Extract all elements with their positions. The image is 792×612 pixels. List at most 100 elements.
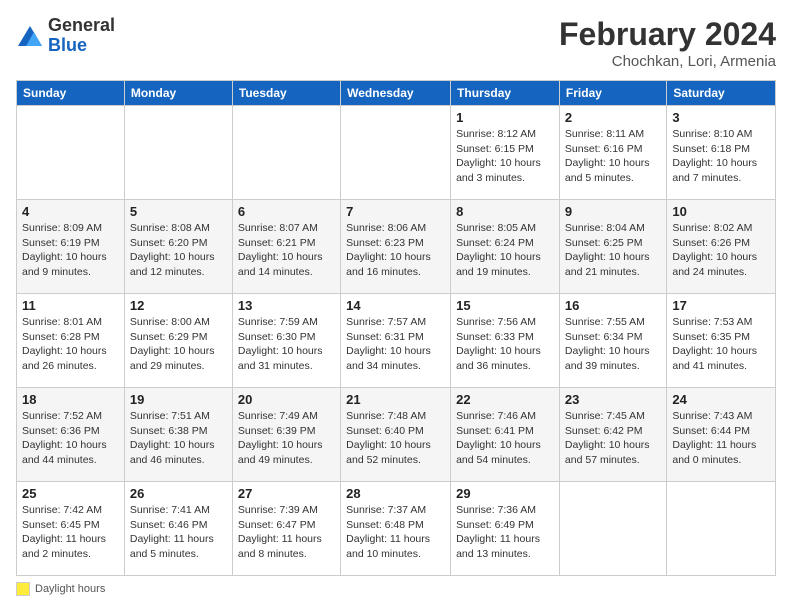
col-tuesday: Tuesday (232, 81, 340, 106)
day-detail: Sunrise: 8:10 AM Sunset: 6:18 PM Dayligh… (672, 127, 770, 186)
day-detail: Sunrise: 7:57 AM Sunset: 6:31 PM Dayligh… (346, 315, 445, 374)
col-wednesday: Wednesday (341, 81, 451, 106)
day-detail: Sunrise: 8:01 AM Sunset: 6:28 PM Dayligh… (22, 315, 119, 374)
calendar-cell: 17 Sunrise: 7:53 AM Sunset: 6:35 PM Dayli… (667, 294, 776, 388)
calendar-cell (232, 106, 340, 200)
day-number: 11 (22, 298, 119, 313)
calendar-cell: 20Sunrise: 7:49 AM Sunset: 6:39 PM Dayli… (232, 388, 340, 482)
day-detail: Sunrise: 7:36 AM Sunset: 6:49 PM Dayligh… (456, 503, 554, 562)
calendar-cell: 14 Sunrise: 7:57 AM Sunset: 6:31 PM Dayli… (341, 294, 451, 388)
day-detail: Sunrise: 7:53 AM Sunset: 6:35 PM Dayligh… (672, 315, 770, 374)
calendar-cell: 19Sunrise: 7:51 AM Sunset: 6:38 PM Dayli… (124, 388, 232, 482)
day-number: 3 (672, 110, 770, 125)
day-detail: Sunrise: 8:08 AM Sunset: 6:20 PM Dayligh… (130, 221, 227, 280)
day-number: 27 (238, 486, 335, 501)
day-number: 21 (346, 392, 445, 407)
day-number: 6 (238, 204, 335, 219)
month-year: February 2024 (559, 16, 776, 53)
calendar-cell: 15 Sunrise: 7:56 AM Sunset: 6:33 PM Dayli… (451, 294, 560, 388)
logo-blue-label: Blue (48, 36, 115, 56)
calendar-cell: 18 Sunrise: 7:52 AM Sunset: 6:36 PM Dayli… (17, 388, 125, 482)
day-number: 26 (130, 486, 227, 501)
day-detail: Sunrise: 8:04 AM Sunset: 6:25 PM Dayligh… (565, 221, 661, 280)
calendar-cell: 3 Sunrise: 8:10 AM Sunset: 6:18 PM Daylig… (667, 106, 776, 200)
calendar-cell: 8 Sunrise: 8:05 AM Sunset: 6:24 PM Daylig… (451, 200, 560, 294)
day-number: 22 (456, 392, 554, 407)
day-detail: Sunrise: 8:00 AM Sunset: 6:29 PM Dayligh… (130, 315, 227, 374)
col-thursday: Thursday (451, 81, 560, 106)
day-detail: Sunrise: 7:39 AM Sunset: 6:47 PM Dayligh… (238, 503, 335, 562)
calendar-cell: 10 Sunrise: 8:02 AM Sunset: 6:26 PM Dayli… (667, 200, 776, 294)
legend-label: Daylight hours (35, 583, 105, 595)
day-detail: Sunrise: 8:06 AM Sunset: 6:23 PM Dayligh… (346, 221, 445, 280)
day-detail: Sunrise: 7:56 AM Sunset: 6:33 PM Dayligh… (456, 315, 554, 374)
calendar-cell: 27 Sunrise: 7:39 AM Sunset: 6:47 PM Dayli… (232, 482, 340, 576)
day-number: 23 (565, 392, 661, 407)
day-number: 7 (346, 204, 445, 219)
day-detail: Sunrise: 8:09 AM Sunset: 6:19 PM Dayligh… (22, 221, 119, 280)
day-number: 15 (456, 298, 554, 313)
legend: Daylight hours (16, 582, 776, 596)
day-detail: Sunrise: 7:49 AM Sunset: 6:39 PM Dayligh… (238, 409, 335, 468)
calendar-cell: 23Sunrise: 7:45 AM Sunset: 6:42 PM Dayli… (559, 388, 666, 482)
day-number: 24 (672, 392, 770, 407)
calendar-cell (559, 482, 666, 576)
page: General Blue February 2024 Chochkan, Lor… (0, 0, 792, 612)
legend-box (16, 582, 30, 596)
day-detail: Sunrise: 8:12 AM Sunset: 6:15 PM Dayligh… (456, 127, 554, 186)
day-number: 2 (565, 110, 661, 125)
week-row-3: 11 Sunrise: 8:01 AM Sunset: 6:28 PM Dayli… (17, 294, 776, 388)
day-number: 16 (565, 298, 661, 313)
calendar-cell: 22Sunrise: 7:46 AM Sunset: 6:41 PM Dayli… (451, 388, 560, 482)
calendar-cell: 26Sunrise: 7:41 AM Sunset: 6:46 PM Dayli… (124, 482, 232, 576)
day-number: 10 (672, 204, 770, 219)
calendar-cell: 29 Sunrise: 7:36 AM Sunset: 6:49 PM Dayli… (451, 482, 560, 576)
day-detail: Sunrise: 7:52 AM Sunset: 6:36 PM Dayligh… (22, 409, 119, 468)
day-number: 19 (130, 392, 227, 407)
day-detail: Sunrise: 7:59 AM Sunset: 6:30 PM Dayligh… (238, 315, 335, 374)
day-number: 17 (672, 298, 770, 313)
header: General Blue February 2024 Chochkan, Lor… (16, 16, 776, 70)
col-friday: Friday (559, 81, 666, 106)
calendar-cell: 5 Sunrise: 8:08 AM Sunset: 6:20 PM Daylig… (124, 200, 232, 294)
day-number: 9 (565, 204, 661, 219)
calendar-header-row: Sunday Monday Tuesday Wednesday Thursday… (17, 81, 776, 106)
calendar-cell: 21 Sunrise: 7:48 AM Sunset: 6:40 PM Dayli… (341, 388, 451, 482)
calendar-cell: 11 Sunrise: 8:01 AM Sunset: 6:28 PM Dayli… (17, 294, 125, 388)
calendar-cell: 25 Sunrise: 7:42 AM Sunset: 6:45 PM Dayli… (17, 482, 125, 576)
calendar-cell (341, 106, 451, 200)
day-detail: Sunrise: 7:48 AM Sunset: 6:40 PM Dayligh… (346, 409, 445, 468)
day-detail: Sunrise: 8:02 AM Sunset: 6:26 PM Dayligh… (672, 221, 770, 280)
day-number: 1 (456, 110, 554, 125)
week-row-5: 25 Sunrise: 7:42 AM Sunset: 6:45 PM Dayli… (17, 482, 776, 576)
week-row-4: 18 Sunrise: 7:52 AM Sunset: 6:36 PM Dayli… (17, 388, 776, 482)
day-number: 5 (130, 204, 227, 219)
day-number: 18 (22, 392, 119, 407)
col-monday: Monday (124, 81, 232, 106)
calendar-cell: 4 Sunrise: 8:09 AM Sunset: 6:19 PM Daylig… (17, 200, 125, 294)
day-detail: Sunrise: 7:42 AM Sunset: 6:45 PM Dayligh… (22, 503, 119, 562)
day-number: 29 (456, 486, 554, 501)
day-number: 14 (346, 298, 445, 313)
calendar-cell: 2Sunrise: 8:11 AM Sunset: 6:16 PM Daylig… (559, 106, 666, 200)
logo-text: General Blue (48, 16, 115, 56)
title-block: February 2024 Chochkan, Lori, Armenia (559, 16, 776, 70)
day-number: 8 (456, 204, 554, 219)
calendar-cell: 6 Sunrise: 8:07 AM Sunset: 6:21 PM Daylig… (232, 200, 340, 294)
day-detail: Sunrise: 8:07 AM Sunset: 6:21 PM Dayligh… (238, 221, 335, 280)
calendar-cell: 9 Sunrise: 8:04 AM Sunset: 6:25 PM Daylig… (559, 200, 666, 294)
day-number: 4 (22, 204, 119, 219)
day-number: 25 (22, 486, 119, 501)
col-sunday: Sunday (17, 81, 125, 106)
day-number: 28 (346, 486, 445, 501)
calendar-cell (124, 106, 232, 200)
day-number: 12 (130, 298, 227, 313)
week-row-1: 1 Sunrise: 8:12 AM Sunset: 6:15 PM Daylig… (17, 106, 776, 200)
calendar-cell: 1 Sunrise: 8:12 AM Sunset: 6:15 PM Daylig… (451, 106, 560, 200)
day-detail: Sunrise: 8:05 AM Sunset: 6:24 PM Dayligh… (456, 221, 554, 280)
calendar-cell: 12 Sunrise: 8:00 AM Sunset: 6:29 PM Dayli… (124, 294, 232, 388)
calendar-cell: 7 Sunrise: 8:06 AM Sunset: 6:23 PM Daylig… (341, 200, 451, 294)
day-detail: Sunrise: 7:37 AM Sunset: 6:48 PM Dayligh… (346, 503, 445, 562)
col-saturday: Saturday (667, 81, 776, 106)
logo-icon (16, 22, 44, 50)
